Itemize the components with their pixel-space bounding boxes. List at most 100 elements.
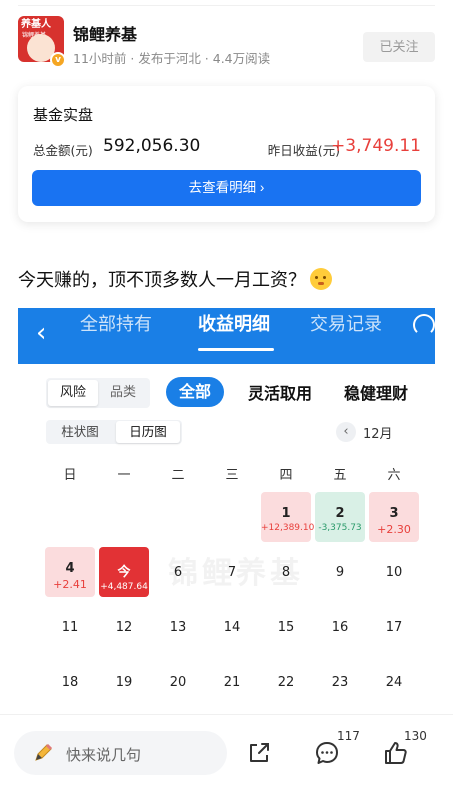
view-detail-button[interactable]: 去查看明细 › xyxy=(32,170,421,206)
view-row: 柱状图 日历图 ‹ 12月 xyxy=(18,418,435,448)
author-name[interactable]: 锦鲤养基 xyxy=(73,21,137,45)
calendar-day: 12 xyxy=(99,602,149,652)
calendar-day-number: 11 xyxy=(61,620,79,635)
calendar-day: 2 -3,375.73 xyxy=(315,492,365,542)
tab-all-holdings: 全部持有 xyxy=(80,314,152,335)
weekday-label: 四 xyxy=(279,468,293,483)
calendar-day-number: 17 xyxy=(385,620,403,635)
calendar-day-number: 19 xyxy=(115,675,133,690)
total-amount-label: 总金额(元) xyxy=(33,143,93,158)
calendar-day-number: 今 xyxy=(117,565,131,580)
tab-profit-detail: 收益明细 xyxy=(198,314,270,335)
calendar-day: 15 xyxy=(261,602,311,652)
calendar-day: 14 xyxy=(207,602,257,652)
calendar-day-number: 4 xyxy=(65,561,75,576)
month-label: 12月 xyxy=(363,427,393,442)
chart-view-segment: 柱状图 日历图 xyxy=(46,420,182,444)
calendar-day-profit: +12,389.10 xyxy=(261,523,315,533)
calendar-day: 19 xyxy=(99,657,149,707)
calendar-day: 18 xyxy=(45,657,95,707)
calendar-day-profit: +2.30 xyxy=(377,523,411,536)
app-tab-bar: ‹ 全部持有 收益明细 交易记录 xyxy=(18,308,435,364)
calendar-day-number: 20 xyxy=(169,675,187,690)
comment-placeholder: 快来说几句 xyxy=(66,746,142,764)
comment-icon[interactable] xyxy=(313,739,341,767)
calendar-day: 17 xyxy=(369,602,419,652)
yesterday-profit-label: 昨日收益(元) xyxy=(267,143,340,158)
calendar-day-number: 8 xyxy=(281,565,291,580)
prev-month-icon: ‹ xyxy=(336,422,356,442)
like-count: 130 xyxy=(404,729,427,743)
comment-count: 117 xyxy=(337,729,360,743)
calendar-day-today: 今 +4,487.64 xyxy=(99,547,149,597)
segment-category: 品类 xyxy=(109,385,136,400)
comment-input[interactable]: 快来说几句 xyxy=(14,731,227,775)
fund-card-title: 基金实盘 xyxy=(33,106,94,124)
calendar-day-number: 6 xyxy=(173,565,183,580)
active-tab-underline xyxy=(198,348,274,351)
calendar-day: 8 xyxy=(261,547,311,597)
back-icon: ‹ xyxy=(36,318,47,348)
risk-category-segment: 风险 品类 xyxy=(46,378,150,408)
calendar-day-number: 16 xyxy=(331,620,349,635)
filter-all: 全部 xyxy=(166,377,224,407)
calendar-day-profit: +2.41 xyxy=(53,578,87,591)
pencil-icon xyxy=(35,743,53,761)
emoji-icon xyxy=(310,268,332,290)
calendar-day: 3 +2.30 xyxy=(369,492,419,542)
calendar-day-profit: +4,487.64 xyxy=(100,582,148,592)
calendar-day: 6 xyxy=(153,547,203,597)
calendar-day-number: 3 xyxy=(389,506,399,521)
calendar-day-number: 7 xyxy=(227,565,237,580)
bottom-action-bar: 快来说几句 117 130 xyxy=(0,714,453,800)
fund-card[interactable]: 基金实盘 总金额(元) 592,056.30 昨日收益(元) +3,749.11… xyxy=(18,86,435,222)
filter-flexible: 灵活取用 xyxy=(248,384,313,403)
post-image[interactable]: ‹ 全部持有 收益明细 交易记录 风险 品类 全部 灵活取用 稳健理财 柱状图 … xyxy=(18,308,435,710)
calendar-day-number: 12 xyxy=(115,620,133,635)
like-icon[interactable] xyxy=(382,739,410,767)
calendar-day: 21 xyxy=(207,657,257,707)
view-bar: 柱状图 xyxy=(61,424,99,439)
segment-risk: 风险 xyxy=(48,380,98,406)
post-text: 今天赚的，顶不顶多数人一月工资？ xyxy=(18,266,332,292)
filter-stable: 稳健理财 xyxy=(344,384,409,403)
calendar-day: 22 xyxy=(261,657,311,707)
calendar-day: 16 xyxy=(315,602,365,652)
calendar-day-number: 18 xyxy=(61,675,79,690)
calendar-day-number: 2 xyxy=(335,506,345,521)
author-header: 养基人 锦鲤养基 v 锦鲤养基 11小时前 · 发布于河北 · 4.4万阅读 已… xyxy=(18,16,435,72)
calendar-day-number: 15 xyxy=(277,620,295,635)
yesterday-profit-value: +3,749.11 xyxy=(331,136,421,156)
post-text-content: 今天赚的，顶不顶多数人一月工资？ xyxy=(18,270,306,291)
calendar-day-number: 9 xyxy=(335,565,345,580)
calendar-day: 20 xyxy=(153,657,203,707)
weekday-header: 日一二三四五六 xyxy=(44,464,422,488)
calendar-day: 4 +2.41 xyxy=(45,547,95,597)
avatar-text: 养基人 xyxy=(21,19,51,30)
filter-row: 风险 品类 全部 灵活取用 稳健理财 xyxy=(18,374,435,414)
calendar-day-number: 13 xyxy=(169,620,187,635)
calendar-day: 7 xyxy=(207,547,257,597)
calendar-day-number: 24 xyxy=(385,675,403,690)
post-meta: 11小时前 · 发布于河北 · 4.4万阅读 xyxy=(73,51,271,66)
profit-calendar: 日 一 二 三 四 五 六 1 +12,389.10 2 -3,375.73 3 +2.30 4 +2.4… xyxy=(44,464,422,690)
calendar-day-number: 10 xyxy=(385,565,403,580)
weekday-label: 五 xyxy=(333,468,347,483)
share-icon[interactable] xyxy=(245,739,273,767)
weekday-label: 六 xyxy=(387,468,401,483)
weekday-label: 一 xyxy=(117,468,131,483)
calendar-day: 9 xyxy=(315,547,365,597)
view-calendar: 日历图 xyxy=(116,421,180,443)
calendar-day: 23 xyxy=(315,657,365,707)
calendar-day-number: 14 xyxy=(223,620,241,635)
calendar-day: 10 xyxy=(369,547,419,597)
follow-button[interactable]: 已关注 xyxy=(363,32,435,62)
calendar-day-number: 1 xyxy=(281,506,291,521)
calendar-day-profit: -3,375.73 xyxy=(318,523,362,533)
calendar-day: 13 xyxy=(153,602,203,652)
weekday-label: 日 xyxy=(63,468,77,483)
calendar-day: 11 xyxy=(45,602,95,652)
calendar-day-number: 22 xyxy=(277,675,295,690)
weekday-label: 二 xyxy=(171,468,185,483)
calendar-day-number: 21 xyxy=(223,675,241,690)
